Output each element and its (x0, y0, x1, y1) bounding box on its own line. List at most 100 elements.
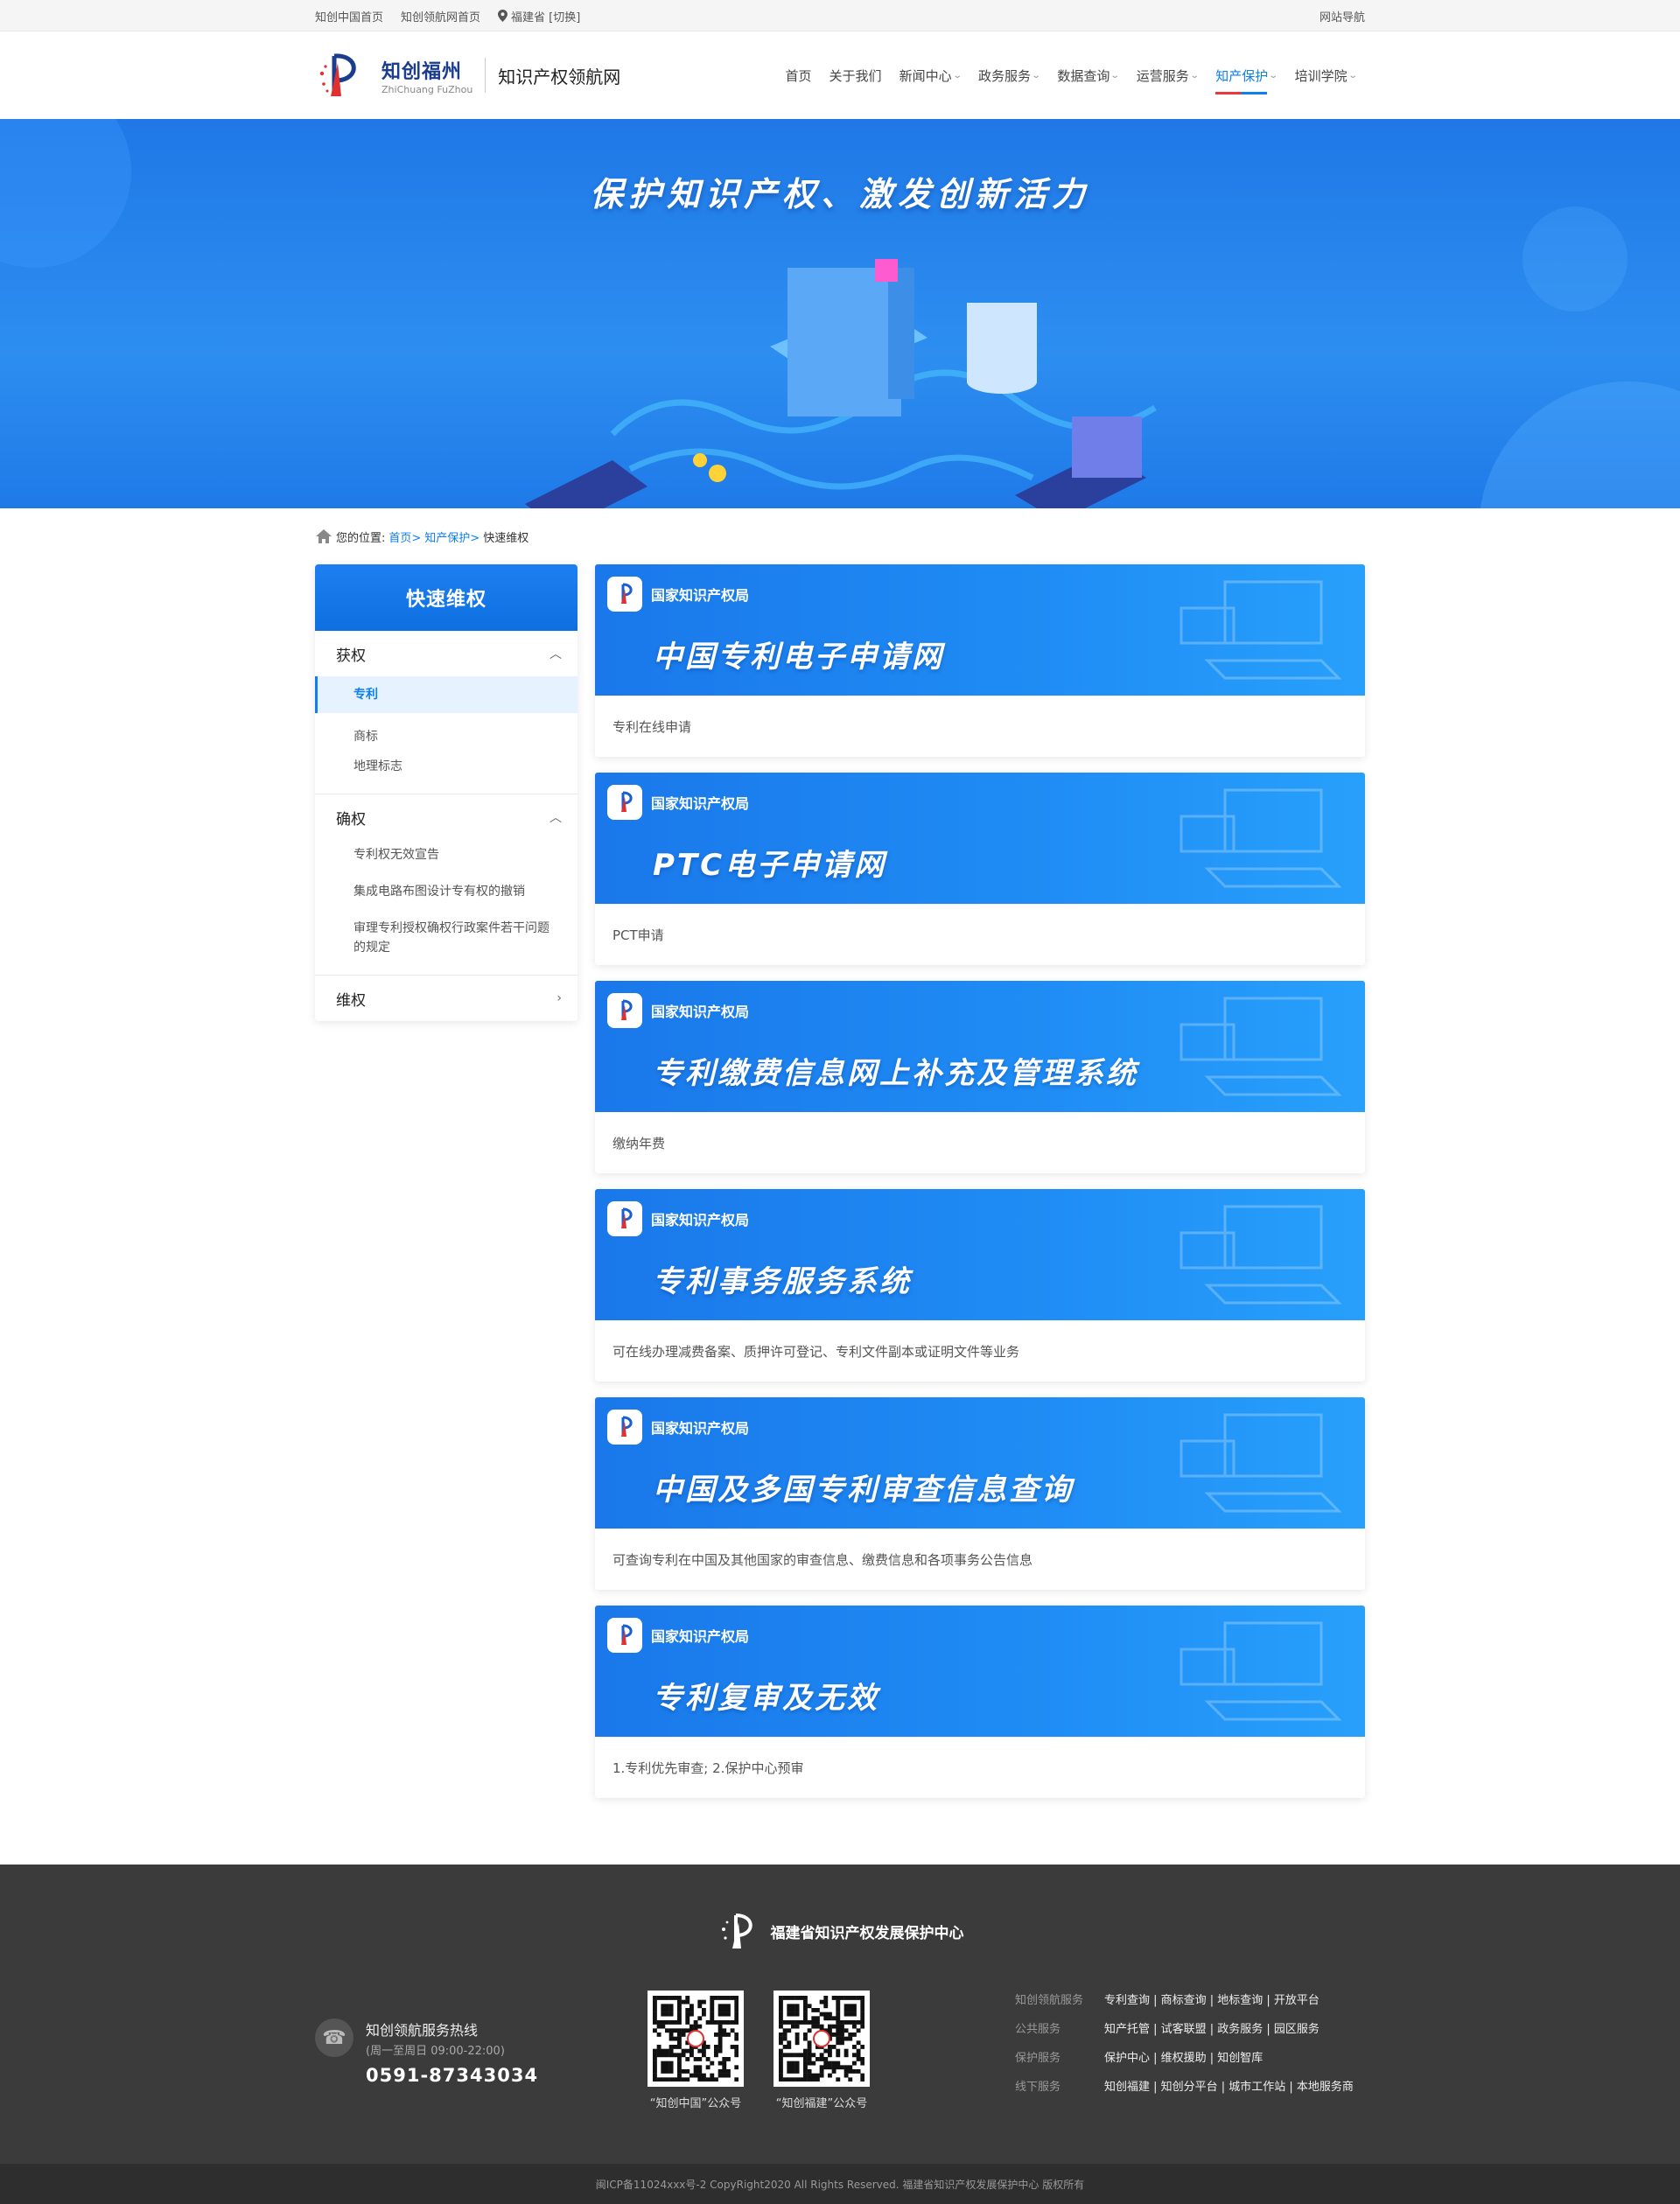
nav-label: 首页 (785, 67, 812, 84)
service-card-banner[interactable]: 国家知识产权局 PTC电子申请网 (595, 773, 1365, 904)
sidebar-item-invalidation[interactable]: 专利权无效宣告 (315, 840, 578, 870)
card-description: 可查询专利在中国及其他国家的审查信息、缴费信息和各项事务公告信息 (612, 1551, 1033, 1568)
nav-about[interactable]: 关于我们 (821, 31, 891, 119)
service-card-banner[interactable]: 国家知识产权局 中国专利电子申请网 (595, 564, 1365, 696)
sidebar-item-trademark[interactable]: 商标 (315, 722, 578, 752)
chevron-up-icon: ︿ (550, 811, 562, 825)
service-card-banner[interactable]: 国家知识产权局 专利复审及无效 (595, 1606, 1365, 1737)
footer-link-values[interactable]: 专利查询 | 商标查询 | 地标查询 | 开放平台 (1104, 1991, 1320, 2007)
card-org: 国家知识产权局 (607, 1618, 749, 1653)
topbar-link-zhichuang-china[interactable]: 知创中国首页 (315, 8, 383, 24)
chevron-down-icon: ⌄ (951, 70, 962, 80)
footer-link-row: 线下服务 知创福建 | 知创分平台 | 城市工作站 | 本地服务商 (1015, 2077, 1354, 2094)
footer-link-key: 知创领航服务 (1015, 1994, 1084, 2007)
copyright: 闽ICP备11024xxx号-2 CopyRight2020 All Right… (0, 2164, 1680, 2204)
sidebar-group-header[interactable]: 获权 ︿ (315, 631, 578, 676)
nav-operations[interactable]: 运营服务 ⌄ (1128, 31, 1207, 119)
nav-home[interactable]: 首页 (777, 31, 821, 119)
card-org-name: 国家知识产权局 (651, 1628, 750, 1645)
nav-label: 知产保护 (1215, 67, 1269, 84)
hotline-number[interactable]: 0591-87343034 (366, 2065, 538, 2086)
location-pin-icon (498, 10, 508, 22)
topbar-link-zhichuang-home[interactable]: 知创领航网首页 (401, 8, 480, 24)
footer-link-key: 保护服务 (1015, 2052, 1061, 2065)
nav-training[interactable]: 培训学院 ⌄ (1286, 31, 1365, 119)
service-card-banner[interactable]: 国家知识产权局专利缴费信息网上补充及管理系统 (595, 981, 1365, 1112)
zhichuang-logo-icon (319, 53, 356, 96)
card-description: 缴纳年费 (612, 1135, 666, 1151)
brand-logo[interactable]: 知创福州 ZhiChuang FuZhou 知识产权领航网 (315, 49, 620, 101)
phone-icon: ☎ (315, 2019, 354, 2057)
site-nav-link[interactable]: 网站导航 (1320, 8, 1365, 24)
footer-link-values[interactable]: 保护中心 | 维权援助 | 知创智库 (1104, 2048, 1263, 2065)
footer-link-row: 公共服务 知产托管 | 试客联盟 | 政务服务 | 园区服务 (1015, 2019, 1354, 2036)
footer-body: ☎ 知创领航服务热线 (周一至周日 09:00-22:00) 0591-8734… (315, 1984, 1365, 2164)
card-org: 国家知识产权局 (607, 577, 749, 612)
chevron-down-icon: ⌄ (1347, 70, 1358, 80)
cnipa-logo-icon (607, 577, 642, 612)
sidebar-item-geo-indication[interactable]: 地理标志 (315, 752, 578, 781)
service-card-list: 国家知识产权局 中国专利电子申请网 专利在线申请 国家知识产权局 PTC电子申请网 PCT… (595, 564, 1365, 1798)
card-title: 中国及多国专利审查信息查询 (653, 1473, 1074, 1508)
service-card[interactable]: 国家知识产权局中国及多国专利审查信息查询可查询专利在中国及其他国家的审查信息、缴… (595, 1397, 1365, 1590)
chevron-up-icon: ︿ (550, 647, 562, 661)
service-card[interactable]: 国家知识产权局专利缴费信息网上补充及管理系统缴纳年费 (595, 981, 1365, 1173)
main-content: 快速维权 获权 ︿ 专利 商标 地理标志 确权 ︿ 专利权无效宣告 集成电路布图… (315, 564, 1365, 1865)
nav-ip-protection[interactable]: 知产保护 ⌄ (1207, 31, 1285, 119)
location-label: 福建省 [切换] (511, 10, 581, 24)
sidebar-group-protect: 维权 › (315, 976, 578, 1021)
nav-gov-services[interactable]: 政务服务 ⌄ (970, 31, 1048, 119)
card-description: 1.专利优先审查; 2.保护中心预审 (612, 1760, 804, 1776)
card-title: 专利缴费信息网上补充及管理系统 (653, 1056, 1138, 1091)
sidebar-item-ic-layout-revocation[interactable]: 集成电路布图设计专有权的撤销 (315, 877, 578, 906)
service-card[interactable]: 国家知识产权局 专利事务服务系统可在线办理减费备案、质押许可登记、专利文件副本或证… (595, 1189, 1365, 1382)
card-org-name: 国家知识产权局 (651, 1420, 750, 1437)
nav-news[interactable]: 新闻中心 ⌄ (891, 31, 970, 119)
cnipa-logo-icon (607, 1201, 642, 1236)
footer-link-values[interactable]: 知创福建 | 知创分平台 | 城市工作站 | 本地服务商 (1104, 2077, 1354, 2094)
service-card[interactable]: 国家知识产权局 专利复审及无效 1.专利优先审查; 2.保护中心预审 (595, 1606, 1365, 1798)
footer-link-values[interactable]: 知产托管 | 试客联盟 | 政务服务 | 园区服务 (1104, 2019, 1320, 2036)
card-org: 国家知识产权局 (607, 993, 749, 1028)
sidebar-title: 快速维权 (315, 564, 578, 631)
breadcrumb-home[interactable]: 首页> (388, 528, 421, 545)
monitor-illustration-icon (1180, 1413, 1342, 1513)
sidebar-group-label: 维权 (336, 991, 366, 1010)
card-title: 专利事务服务系统 (653, 1264, 912, 1299)
home-icon (316, 529, 332, 543)
qrcode-image (648, 1991, 744, 2087)
brand-subtitle: 知识产权领航网 (498, 66, 621, 87)
nav-label: 关于我们 (829, 67, 882, 84)
nav-label: 运营服务 (1136, 67, 1189, 84)
service-card-banner[interactable]: 国家知识产权局 专利事务服务系统 (595, 1189, 1365, 1320)
sidebar-group-acquire: 获权 ︿ 专利 商标 地理标志 (315, 631, 578, 794)
card-org-name: 国家知识产权局 (651, 795, 750, 812)
footer-link-row: 保护服务 保护中心 | 维权援助 | 知创智库 (1015, 2048, 1354, 2065)
footer-org-name: 福建省知识产权发展保护中心 (770, 1924, 964, 1942)
service-card-banner[interactable]: 国家知识产权局中国及多国专利审查信息查询 (595, 1397, 1365, 1529)
service-card[interactable]: 国家知识产权局 中国专利电子申请网 专利在线申请 (595, 564, 1365, 757)
cnipa-logo-icon (607, 785, 642, 820)
sidebar-item-patent[interactable]: 专利 (315, 676, 578, 713)
qrcode-image (774, 1991, 870, 2087)
sidebar-item-admin-case-rules[interactable]: 审理专利授权确权行政案件若干问题的规定 (315, 913, 578, 962)
nav-label: 培训学院 (1294, 67, 1348, 84)
card-description: 可在线办理减费备案、质押许可登记、专利文件副本或证明文件等业务 (612, 1343, 1020, 1360)
service-card[interactable]: 国家知识产权局 PTC电子申请网 PCT申请 (595, 773, 1365, 965)
location-switcher[interactable]: 福建省 [切换] (498, 8, 580, 24)
qrcode-icon (653, 1996, 739, 2082)
hotline-hours: (周一至周日 09:00-22:00) (366, 2045, 505, 2058)
brand-text: 知创福州 ZhiChuang FuZhou (382, 56, 472, 95)
breadcrumb-section[interactable]: 知产保护> (424, 528, 480, 545)
footer-links: 知创领航服务 专利查询 | 商标查询 | 地标查询 | 开放平台 公共服务 知产托管… (1015, 1991, 1354, 2094)
sidebar-group-header[interactable]: 维权 › (315, 976, 578, 1021)
sidebar-group-header[interactable]: 确权 ︿ (315, 794, 578, 840)
footer: 福建省知识产权发展保护中心 ☎ 知创领航服务热线 (周一至周日 09:00-22… (0, 1865, 1680, 2204)
nav-data-query[interactable]: 数据查询 ⌄ (1048, 31, 1127, 119)
footer-link-key: 线下服务 (1015, 2081, 1061, 2094)
brand-divider (485, 58, 486, 93)
nav-label: 新闻中心 (899, 67, 952, 84)
card-org: 国家知识产权局 (607, 785, 749, 820)
monitor-illustration-icon (1180, 1205, 1342, 1305)
monitor-illustration-icon (1180, 997, 1342, 1096)
